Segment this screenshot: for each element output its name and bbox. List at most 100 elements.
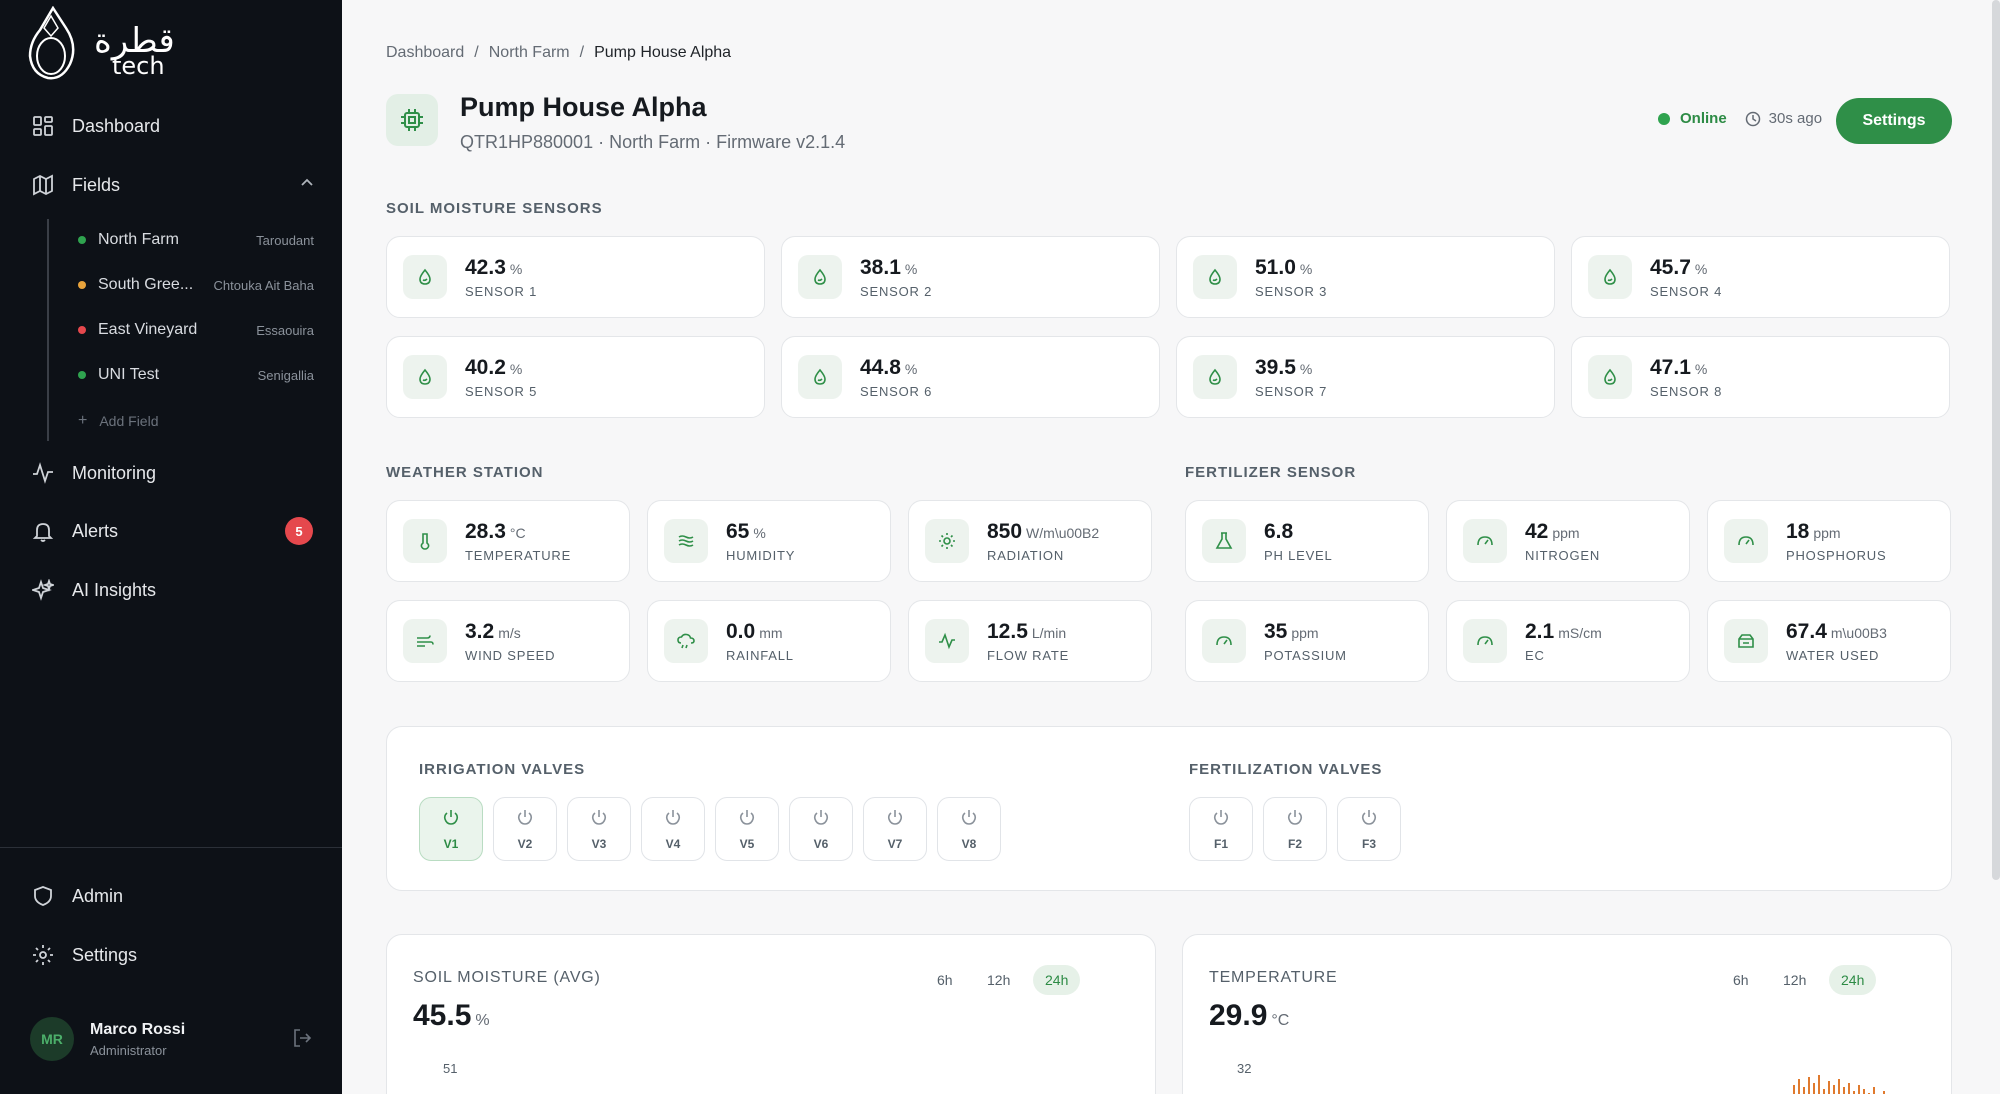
weather-metric-card[interactable]: 3.2 m/s WIND SPEED [386, 600, 630, 682]
brand-logo[interactable]: قطرة tech [26, 5, 196, 82]
valve-toggle[interactable]: F2 [1263, 797, 1327, 861]
fertilizer-metric-card[interactable]: 6.8 PH LEVEL [1185, 500, 1429, 582]
range-12h[interactable]: 12h [1771, 965, 1818, 995]
chevron-up-icon[interactable] [299, 175, 315, 196]
soil-sensor-card[interactable]: 42.3% SENSOR 1 [386, 236, 765, 318]
nav-alerts[interactable]: Alerts 5 [30, 511, 315, 551]
valve-toggle[interactable]: V5 [715, 797, 779, 861]
field-item-uni-test[interactable]: UNI Test Senigallia [78, 360, 314, 390]
valve-label: F2 [1287, 836, 1302, 851]
soil-sensor-card[interactable]: 44.8% SENSOR 6 [781, 336, 1160, 418]
nav-ai-insights[interactable]: AI Insights [30, 570, 315, 610]
valve-toggle[interactable]: V6 [789, 797, 853, 861]
metric-value: 35 [1264, 619, 1288, 643]
fertilizer-metric-card[interactable]: 2.1 mS/cm EC [1446, 600, 1690, 682]
soil-sensor-card[interactable]: 40.2% SENSOR 5 [386, 336, 765, 418]
valve-toggle[interactable]: V4 [641, 797, 705, 861]
weather-section-title: WEATHER STATION [386, 464, 544, 481]
valve-toggle[interactable]: F3 [1337, 797, 1401, 861]
nav-alerts-label: Alerts [72, 520, 119, 541]
nav-monitoring[interactable]: Monitoring [30, 453, 315, 493]
breadcrumb-dashboard[interactable]: Dashboard [386, 44, 464, 62]
nav-admin[interactable]: Admin [30, 876, 315, 916]
field-name: East Vineyard [98, 321, 198, 338]
valve-toggle[interactable]: V7 [863, 797, 927, 861]
status-dot [78, 371, 86, 379]
metric-value: 38.1 [860, 255, 901, 279]
valve-toggle[interactable]: V1 [419, 797, 483, 861]
fertilizer-metric-card[interactable]: 67.4 m\u00B3 WATER USED [1707, 600, 1951, 682]
user-profile: MR Marco Rossi Administrator [30, 1017, 315, 1061]
logout-icon[interactable] [291, 1027, 315, 1051]
metric-label: RADIATION [987, 547, 1065, 563]
metric-unit: ppm [1291, 624, 1319, 641]
breadcrumb-current: Pump House Alpha [594, 44, 732, 61]
metric-label: SENSOR 2 [860, 283, 933, 299]
nav-settings[interactable]: Settings [30, 935, 315, 975]
cloud-rain-icon [664, 619, 708, 663]
valve-label: F3 [1361, 836, 1376, 851]
status-text: Online [1680, 110, 1727, 127]
nav-fields[interactable]: Fields [30, 165, 315, 205]
weather-metric-card[interactable]: 0.0 mm RAINFALL [647, 600, 891, 682]
metric-unit: % [1299, 260, 1313, 277]
metric-value: 42 [1525, 519, 1549, 543]
field-name: UNI Test [98, 366, 160, 383]
gauge-icon [1463, 619, 1507, 663]
range-24h[interactable]: 24h [1033, 965, 1081, 995]
gauge-icon [1724, 519, 1768, 563]
metric-unit: % [509, 360, 523, 377]
metric: 35 ppm POTASSIUM [1264, 620, 1347, 663]
metric: 42 ppm NITROGEN [1525, 520, 1600, 563]
weather-metric-card[interactable]: 65% HUMIDITY [647, 500, 891, 582]
metric-value: 2.1 [1525, 619, 1555, 643]
fertilizer-metric-card[interactable]: 42 ppm NITROGEN [1446, 500, 1690, 582]
add-field-button[interactable]: + Add Field [78, 406, 159, 436]
valve-toggle[interactable]: F1 [1189, 797, 1253, 861]
field-item-east-vineyard[interactable]: East Vineyard Essaouira [78, 315, 314, 345]
field-item-south-greenhouse[interactable]: South Gree... Chtouka Ait Baha [78, 270, 314, 300]
fertilizer-metric-card[interactable]: 18 ppm PHOSPHORUS [1707, 500, 1951, 582]
field-item-north-farm[interactable]: North Farm Taroudant [78, 225, 314, 255]
metric-label: SENSOR 4 [1650, 283, 1723, 299]
metric: 0.0 mm RAINFALL [726, 620, 794, 663]
metric-label: POTASSIUM [1264, 647, 1347, 663]
soil-sensor-card[interactable]: 39.5% SENSOR 7 [1176, 336, 1555, 418]
range-12h[interactable]: 12h [975, 965, 1022, 995]
range-24h[interactable]: 24h [1829, 965, 1877, 995]
valve-toggle[interactable]: V3 [567, 797, 631, 861]
breadcrumb-north-farm[interactable]: North Farm [489, 44, 570, 62]
power-icon [1286, 808, 1304, 831]
weather-metric-card[interactable]: 28.3 °C TEMPERATURE [386, 500, 630, 582]
metric-unit: m/s [498, 624, 521, 641]
metric-unit: % [1694, 360, 1708, 377]
metric-unit: % [1299, 360, 1313, 377]
avatar[interactable]: MR [30, 1017, 74, 1061]
metric-label: RAINFALL [726, 647, 794, 663]
irrigation-valves-title: IRRIGATION VALVES [419, 761, 586, 778]
temperature-chart-card: TEMPERATURE 29.9 °C 6h 12h 24h 32 [1182, 934, 1952, 1094]
soil-sensor-card[interactable]: 47.1% SENSOR 8 [1571, 336, 1950, 418]
flask-icon [1202, 519, 1246, 563]
valve-label: F1 [1213, 836, 1228, 851]
metric-unit: L/min [1031, 624, 1067, 641]
user-role: Administrator [90, 1042, 167, 1058]
metric-label: SENSOR 7 [1255, 383, 1328, 399]
weather-metric-card[interactable]: 850 W/m\u00B2 RADIATION [908, 500, 1152, 582]
soil-sensor-card[interactable]: 45.7% SENSOR 4 [1571, 236, 1950, 318]
valve-toggle[interactable]: V2 [493, 797, 557, 861]
nav-dashboard[interactable]: Dashboard [30, 106, 315, 146]
range-6h[interactable]: 6h [1721, 965, 1761, 995]
weather-metric-card[interactable]: 12.5 L/min FLOW RATE [908, 600, 1152, 682]
metric-value: 0.0 [726, 619, 756, 643]
metric-label: SENSOR 8 [1650, 383, 1723, 399]
scrollbar[interactable] [1992, 0, 2000, 880]
range-6h[interactable]: 6h [925, 965, 965, 995]
metric-value: 3.2 [465, 619, 495, 643]
field-location: Essaouira [256, 322, 314, 338]
valve-toggle[interactable]: V8 [937, 797, 1001, 861]
soil-sensor-card[interactable]: 51.0% SENSOR 3 [1176, 236, 1555, 318]
soil-sensor-card[interactable]: 38.1% SENSOR 2 [781, 236, 1160, 318]
fertilizer-metric-card[interactable]: 35 ppm POTASSIUM [1185, 600, 1429, 682]
settings-button[interactable]: Settings [1836, 98, 1952, 144]
